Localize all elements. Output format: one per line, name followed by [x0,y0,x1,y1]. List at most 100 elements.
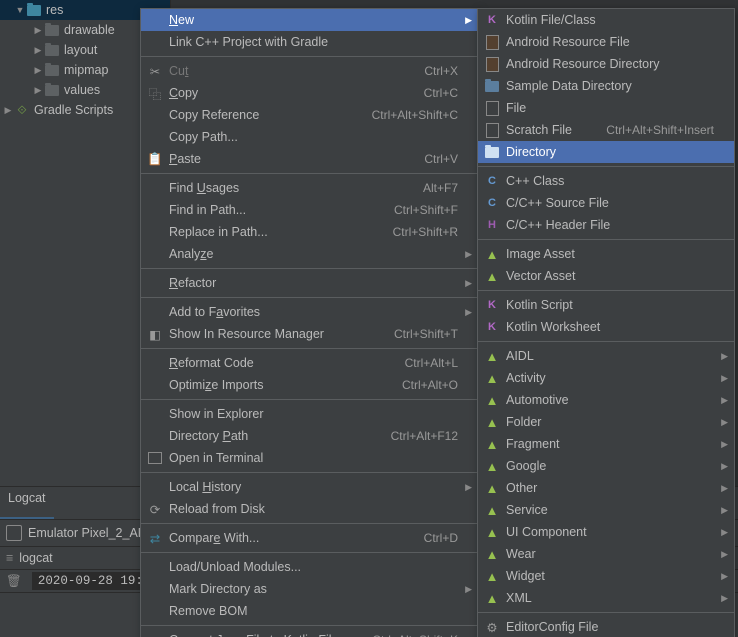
submenu-arrow-icon: ▶ [465,278,472,289]
menu-item-kotlin-script[interactable]: KKotlin Script [478,294,734,316]
filter-icon: ≡ [6,551,13,565]
android-icon: ▲ [484,246,500,262]
submenu-arrow-icon: ▶ [465,584,472,595]
menu-item-editorconfig[interactable]: ⚙EditorConfig File [478,616,734,637]
menu-item-find-in-path[interactable]: Find in Path...Ctrl+Shift+F [141,199,478,221]
submenu-arrow-icon: ▶ [721,439,728,450]
copy-icon: ⿻ [147,85,163,101]
paste-icon: 📋 [147,151,163,167]
menu-item-automotive[interactable]: ▲Automotive▶ [478,389,734,411]
menu-item-favorites[interactable]: Add to Favorites▶ [141,301,478,323]
menu-item-aidl[interactable]: ▲AIDL▶ [478,345,734,367]
menu-item-vector-asset[interactable]: ▲Vector Asset [478,265,734,287]
menu-item-open-terminal[interactable]: Open in Terminal [141,447,478,469]
tree-label: values [64,83,100,97]
kotlin-icon: K [484,12,500,28]
diff-icon: ⇄ [147,530,163,546]
menu-item-folder[interactable]: ▲Folder▶ [478,411,734,433]
menu-item-convert-kotlin[interactable]: Convert Java File to Kotlin FileCtrl+Alt… [141,629,478,637]
menu-item-other[interactable]: ▲Other▶ [478,477,734,499]
menu-separator [478,290,734,291]
android-icon: ▲ [484,458,500,474]
menu-item-google[interactable]: ▲Google▶ [478,455,734,477]
menu-item-cpp-header[interactable]: HC/C++ Header File [478,214,734,236]
menu-separator [141,399,478,400]
menu-item-kotlin-file[interactable]: KKotlin File/Class [478,9,734,31]
submenu-arrow-icon: ▶ [721,351,728,362]
kotlin-icon: K [484,319,500,335]
menu-item-cpp-source[interactable]: CC/C++ Source File [478,192,734,214]
submenu-arrow-icon: ▶ [721,461,728,472]
menu-item-file[interactable]: File [478,97,734,119]
menu-item-reload[interactable]: ⟳Reload from Disk [141,498,478,520]
submenu-arrow-icon: ▶ [721,571,728,582]
menu-item-load-modules[interactable]: Load/Unload Modules... [141,556,478,578]
menu-item-cut[interactable]: ✂CutCtrl+X [141,60,478,82]
menu-item-remove-bom[interactable]: Remove BOM [141,600,478,622]
device-icon [6,525,22,541]
android-icon: ▲ [484,414,500,430]
menu-item-find-usages[interactable]: Find UsagesAlt+F7 [141,177,478,199]
android-icon: ▲ [484,370,500,386]
menu-item-image-asset[interactable]: ▲Image Asset [478,243,734,265]
menu-item-reformat[interactable]: Reformat CodeCtrl+Alt+L [141,352,478,374]
menu-separator [141,552,478,553]
kotlin-icon: K [484,297,500,313]
menu-item-analyze[interactable]: Analyze▶ [141,243,478,265]
submenu-arrow-icon: ▶ [721,395,728,406]
menu-item-scratch-file[interactable]: Scratch FileCtrl+Alt+Shift+Insert [478,119,734,141]
menu-item-directory[interactable]: Directory [478,141,734,163]
expand-arrow-icon: ▶ [32,85,44,96]
android-icon: ▲ [484,480,500,496]
cut-icon: ✂ [147,63,163,79]
menu-item-copy-path[interactable]: Copy Path... [141,126,478,148]
menu-item-optimize-imports[interactable]: Optimize ImportsCtrl+Alt+O [141,374,478,396]
menu-item-refactor[interactable]: Refactor▶ [141,272,478,294]
menu-item-replace-in-path[interactable]: Replace in Path...Ctrl+Shift+R [141,221,478,243]
menu-item-widget[interactable]: ▲Widget▶ [478,565,734,587]
menu-item-activity[interactable]: ▲Activity▶ [478,367,734,389]
file-icon [484,100,500,116]
menu-item-local-history[interactable]: Local History▶ [141,476,478,498]
tree-label: drawable [64,23,115,37]
menu-separator [141,348,478,349]
menu-item-sample-data[interactable]: Sample Data Directory [478,75,734,97]
submenu-arrow-icon: ▶ [721,505,728,516]
menu-item-link-cpp[interactable]: Link C++ Project with Gradle [141,31,478,53]
android-icon: ▲ [484,568,500,584]
menu-separator [478,239,734,240]
emulator-label: Emulator Pixel_2_AP [28,526,146,540]
menu-item-xml[interactable]: ▲XML▶ [478,587,734,609]
menu-item-new[interactable]: New▶ [141,9,478,31]
folder-icon [484,144,500,160]
menu-item-directory-path[interactable]: Directory PathCtrl+Alt+F12 [141,425,478,447]
android-icon: ▲ [484,524,500,540]
folder-icon [484,78,500,94]
cpp-icon: C [484,173,500,189]
gear-icon: ⚙ [484,619,500,635]
menu-item-wear[interactable]: ▲Wear▶ [478,543,734,565]
submenu-arrow-icon: ▶ [465,15,472,26]
scratch-icon [484,122,500,138]
menu-item-ui-component[interactable]: ▲UI Component▶ [478,521,734,543]
trash-icon[interactable]: 🗑 [6,574,22,589]
menu-item-compare[interactable]: ⇄Compare With...Ctrl+D [141,527,478,549]
tree-label: mipmap [64,63,108,77]
menu-item-resource-directory[interactable]: Android Resource Directory [478,53,734,75]
submenu-arrow-icon: ▶ [465,482,472,493]
menu-item-service[interactable]: ▲Service▶ [478,499,734,521]
menu-item-fragment[interactable]: ▲Fragment▶ [478,433,734,455]
menu-item-kotlin-worksheet[interactable]: KKotlin Worksheet [478,316,734,338]
menu-item-mark-directory[interactable]: Mark Directory as▶ [141,578,478,600]
menu-item-resource-file[interactable]: Android Resource File [478,31,734,53]
folder-icon [44,42,60,58]
menu-item-copy[interactable]: ⿻CopyCtrl+C [141,82,478,104]
logcat-tab[interactable]: Logcat [0,487,54,519]
android-icon: ▲ [484,590,500,606]
menu-item-resource-manager[interactable]: ◧Show In Resource ManagerCtrl+Shift+T [141,323,478,345]
menu-item-cpp-class[interactable]: CC++ Class [478,170,734,192]
menu-item-copy-reference[interactable]: Copy ReferenceCtrl+Alt+Shift+C [141,104,478,126]
menu-item-show-explorer[interactable]: Show in Explorer [141,403,478,425]
folder-icon [44,22,60,38]
menu-item-paste[interactable]: 📋PasteCtrl+V [141,148,478,170]
